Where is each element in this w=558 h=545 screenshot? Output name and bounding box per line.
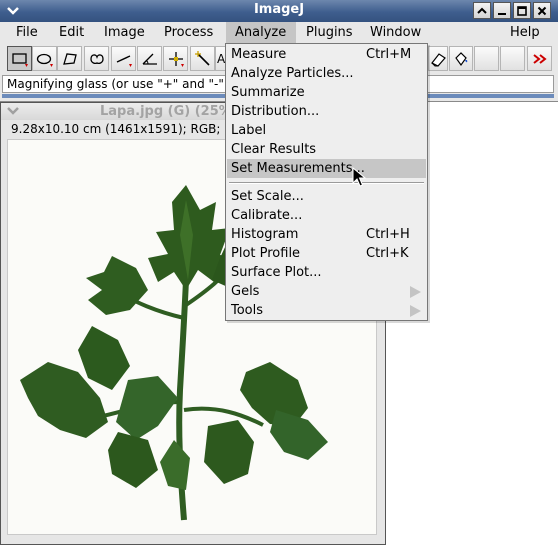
menu-item-label: Distribution... [231, 104, 320, 119]
blank-tool-icon[interactable] [500, 46, 525, 71]
paint-bucket-icon[interactable] [449, 46, 473, 71]
chevron-down-icon[interactable] [6, 105, 20, 120]
menu-item-histogram[interactable]: Histogram Ctrl+H [227, 225, 426, 244]
menu-item-label: Calibrate... [231, 208, 303, 223]
menu-item-shortcut: Ctrl+K [366, 246, 409, 261]
menu-item-label[interactable]: Label [227, 121, 426, 140]
menu-edit[interactable]: Edit [50, 22, 93, 44]
image-title: Lapa.jpg (G) (25%) [100, 104, 238, 119]
menu-item-analyze-particles[interactable]: Analyze Particles... [227, 64, 426, 83]
submenu-arrow-icon [410, 286, 421, 298]
analyze-dropdown-menu: Measure Ctrl+M Analyze Particles... Summ… [225, 43, 428, 321]
menu-item-label: Gels [231, 284, 260, 299]
menu-help[interactable]: Help [501, 22, 549, 44]
menu-item-label: Surface Plot... [231, 265, 322, 280]
menu-item-gels[interactable]: Gels [227, 282, 426, 301]
menu-item-distribution[interactable]: Distribution... [227, 102, 426, 121]
menu-item-calibrate[interactable]: Calibrate... [227, 206, 426, 225]
menu-bar: File Edit Image Process Analyze Plugins … [0, 22, 558, 44]
menu-item-set-scale[interactable]: Set Scale... [227, 187, 426, 206]
menu-item-shortcut: Ctrl+M [366, 47, 412, 62]
menu-item-plot-profile[interactable]: Plot Profile Ctrl+K [227, 244, 426, 263]
mouse-cursor-icon [352, 166, 367, 191]
minimize-icon[interactable] [493, 2, 511, 19]
menu-image[interactable]: Image [95, 22, 154, 44]
chevron-up-icon[interactable] [473, 2, 491, 19]
image-info: 9.28x10.10 cm (1461x1591); RGB; [11, 122, 221, 136]
close-icon[interactable] [533, 2, 551, 19]
menu-file[interactable]: File [7, 22, 47, 44]
menu-item-label: Summarize [231, 85, 305, 100]
menu-item-shortcut: Ctrl+H [366, 227, 410, 242]
menu-window[interactable]: Window [361, 22, 430, 44]
eraser-icon[interactable] [428, 46, 448, 71]
title-bar[interactable]: ImageJ [0, 0, 558, 22]
line-selection-icon[interactable] [111, 46, 136, 71]
menu-item-label: Tools [231, 303, 264, 318]
polygon-selection-icon[interactable] [57, 46, 82, 71]
menu-item-label: Set Measurements... [231, 161, 365, 176]
menu-item-label: Label [231, 123, 267, 138]
menu-process[interactable]: Process [155, 22, 222, 44]
point-tool-icon[interactable] [163, 46, 188, 71]
submenu-arrow-icon [410, 305, 421, 317]
menu-item-label: Set Scale... [231, 189, 304, 204]
wand-tool-icon[interactable] [190, 46, 215, 71]
freehand-selection-icon[interactable] [84, 46, 109, 71]
rectangle-selection-icon[interactable] [7, 46, 32, 71]
angle-tool-icon[interactable] [137, 46, 162, 71]
menu-item-measure[interactable]: Measure Ctrl+M [227, 45, 426, 64]
blank-tool-icon[interactable] [474, 46, 499, 71]
more-tools-icon[interactable] [527, 46, 552, 71]
menu-separator [229, 182, 424, 184]
menu-item-set-measurements[interactable]: Set Measurements... [227, 159, 426, 178]
menu-item-label: Histogram [231, 227, 299, 242]
menu-item-tools[interactable]: Tools [227, 301, 426, 320]
menu-item-label: Clear Results [231, 142, 317, 157]
menu-plugins[interactable]: Plugins [297, 22, 362, 44]
menu-item-label: Plot Profile [231, 246, 301, 261]
menu-item-surface-plot[interactable]: Surface Plot... [227, 263, 426, 282]
status-text: Magnifying glass (or use "+" and "-" [7, 77, 224, 91]
menu-item-label: Measure [231, 47, 287, 62]
oval-selection-icon[interactable] [32, 46, 57, 71]
menu-item-summarize[interactable]: Summarize [227, 83, 426, 102]
maximize-icon[interactable] [513, 2, 531, 19]
menu-analyze[interactable]: Analyze [226, 22, 296, 44]
menu-item-label: Analyze Particles... [231, 66, 354, 81]
menu-item-clear-results[interactable]: Clear Results [227, 140, 426, 159]
